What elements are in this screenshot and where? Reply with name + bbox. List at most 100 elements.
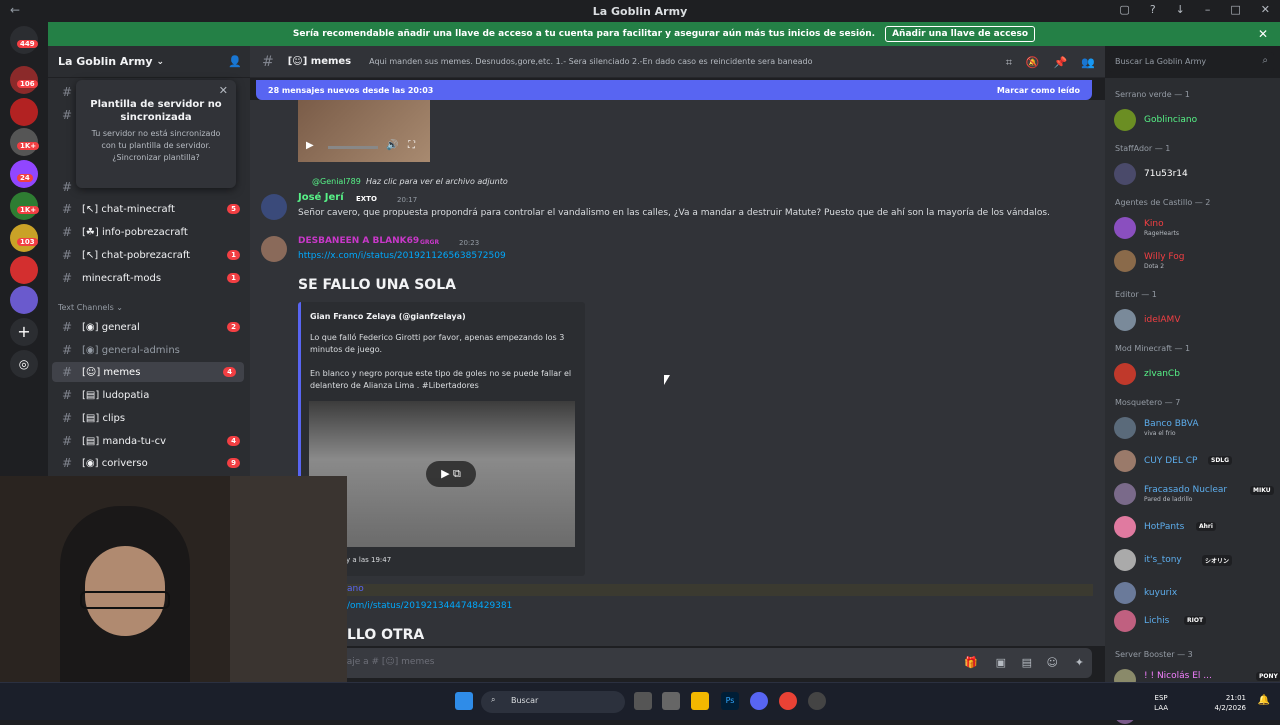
server-header[interactable]: La Goblin Army ⌄ 👤 (48, 46, 250, 78)
members-icon[interactable]: 👥 (1081, 56, 1095, 70)
member-item[interactable]: Kino RageHearts (1114, 216, 1274, 240)
file-explorer-icon[interactable] (691, 692, 709, 710)
avatar[interactable] (261, 236, 287, 262)
member-name: ! ! Nicolás El ... (1144, 671, 1212, 681)
embed-video-thumbnail[interactable]: ▶ ⧉ (309, 401, 575, 547)
member-item[interactable]: Lichis RIOT (1114, 609, 1274, 633)
channel-info-pobrezacraft[interactable]: # [☘] info-pobrezacraft (48, 222, 248, 242)
member-category: Serrano verde — 1 (1115, 90, 1190, 99)
avatar (1114, 309, 1136, 331)
app-icon[interactable] (808, 692, 826, 710)
photoshop-icon[interactable]: Ps (721, 692, 739, 710)
mute-icon[interactable]: 🔕 (1026, 56, 1040, 70)
help-icon[interactable]: ? (1150, 3, 1156, 16)
mark-as-read-button[interactable]: Marcar como leído (997, 86, 1080, 95)
member-status: Dota 2 (1144, 263, 1165, 270)
volume-icon[interactable]: 🔊 (386, 140, 398, 151)
channel-manda-tu-cv[interactable]: # [▤] manda-tu-cv 4 (48, 431, 248, 451)
member-item[interactable]: Fracasado Nuclear Pared de ladrillo MIKU (1114, 482, 1274, 506)
discover-icon[interactable]: ◎ (10, 350, 38, 378)
avatar (1114, 610, 1136, 632)
notification-icon[interactable]: 🔔 (1258, 695, 1270, 706)
member-item[interactable]: ideIAMV (1114, 308, 1274, 332)
clock[interactable]: 21:01 4/2/2026 (1215, 693, 1246, 713)
add-passkey-button[interactable]: Añadir una llave de acceso (885, 26, 1036, 42)
embed-author[interactable]: Gian Franco Zelaya (@gianfzelaya) (310, 312, 466, 321)
search-input[interactable]: Buscar La Goblin Army ⌕ (1108, 52, 1274, 72)
download-icon[interactable]: ↓ (1176, 3, 1185, 16)
member-item[interactable]: Banco BBVA viva el frio (1114, 416, 1274, 440)
channel-memes[interactable]: # [☺] memes 4 (52, 362, 244, 382)
message-author[interactable]: José Jerí (298, 192, 344, 203)
server-badge: 24 (17, 174, 33, 182)
server-icon[interactable] (10, 256, 38, 284)
reply-reference[interactable]: @Genial789 (312, 177, 361, 186)
category-text-channels[interactable]: Text Channels ⌄ (58, 303, 123, 312)
close-button[interactable]: ✕ (1261, 3, 1270, 16)
member-category: Server Booster — 3 (1115, 650, 1193, 659)
taskbar-search[interactable]: ⌕ Buscar (481, 691, 625, 713)
member-item[interactable]: zIvanCb (1114, 362, 1274, 386)
message-link[interactable]: /om/i/status/2019213444748429381 (347, 601, 512, 611)
member-item[interactable]: it's_tony シオリン (1114, 548, 1274, 572)
message-link[interactable]: https://x.com/i/status/20192112656385725… (298, 251, 506, 261)
threads-icon[interactable]: ⌗ (1006, 56, 1012, 70)
pin-icon[interactable]: 📌 (1054, 56, 1068, 70)
channel-general[interactable]: # [◉] general 2 (48, 317, 248, 337)
maximize-button[interactable]: □ (1230, 3, 1240, 16)
clan-tag: RIOT (1184, 616, 1207, 625)
apps-icon[interactable]: ✦ (1075, 656, 1084, 669)
play-icon[interactable]: ▶ ⧉ (426, 461, 476, 487)
add-user-icon[interactable]: 👤 (228, 55, 242, 68)
clan-tag: SDLG (1208, 456, 1233, 465)
play-icon[interactable]: ▶ (306, 140, 314, 151)
start-icon[interactable] (455, 692, 473, 710)
channel-topic[interactable]: Aqui manden sus memes. Desnudos,gore,etc… (369, 57, 812, 66)
new-messages-bar[interactable]: 28 mensajes nuevos desde las 20:03 Marca… (256, 80, 1092, 100)
fullscreen-icon[interactable]: ⛶ (408, 140, 415, 151)
inbox-icon[interactable]: ▢ (1119, 3, 1129, 16)
minimize-button[interactable]: – (1205, 3, 1211, 16)
message-author[interactable]: DESBANEEN A BLANK69 (298, 236, 419, 246)
discord-icon[interactable] (750, 692, 768, 710)
close-popup-icon[interactable]: ✕ (219, 84, 228, 97)
channel-chat-pobrezacraft[interactable]: # [↖] chat-pobrezacraft 1 (48, 245, 248, 265)
member-item[interactable]: HotPants Ahri (1114, 515, 1274, 539)
channel-chat-minecraft[interactable]: # [↖] chat-minecraft 5 (48, 199, 248, 219)
message-input[interactable]: saje a # [☺] memes 🎁 ▣ ▤ ☺ ✦ (256, 648, 1092, 678)
channel-general-admins[interactable]: # [◉] general-admins (48, 340, 248, 360)
avatar (1114, 217, 1136, 239)
member-name: 71u53r14 (1144, 169, 1188, 179)
avatar (1114, 163, 1136, 185)
clan-tag: PONY (1256, 672, 1280, 681)
reply-text[interactable]: Haz clic para ver el archivo adjunto (366, 177, 508, 186)
channel-coriverso[interactable]: # [◉] coriverso 9 (48, 453, 248, 473)
sticker-icon[interactable]: ▤ (1022, 656, 1032, 669)
member-item[interactable]: kuyurix (1114, 581, 1274, 605)
server-icon[interactable] (10, 98, 38, 126)
close-notice-icon[interactable]: ✕ (1258, 27, 1268, 41)
chrome-icon[interactable] (779, 692, 797, 710)
video-progress[interactable] (328, 146, 378, 149)
gif-icon[interactable]: ▣ (996, 656, 1006, 669)
popup-description[interactable]: Tu servidor no está sincronizado con tu … (88, 128, 224, 164)
gift-icon[interactable]: 🎁 (964, 656, 978, 669)
channel-ludopatia[interactable]: # [▤] ludopatia (48, 385, 248, 405)
member-item[interactable]: Willy Fog Dota 2 (1114, 249, 1274, 273)
channel-clips[interactable]: # [▤] clips (48, 408, 248, 428)
message-author[interactable]: ano (347, 584, 364, 594)
video-attachment[interactable] (298, 100, 430, 162)
app-icon[interactable] (662, 692, 680, 710)
member-item[interactable]: Goblinciano (1114, 108, 1274, 132)
avatar[interactable] (261, 194, 287, 220)
member-item[interactable]: CUY DEL CP SDLG (1114, 449, 1274, 473)
member-item[interactable]: 71u53r14 (1114, 162, 1274, 186)
language-indicator[interactable]: ESP LAA (1154, 693, 1168, 713)
add-server-icon[interactable]: + (10, 318, 38, 346)
title-bar: ← La Goblin Army ▢ ? ↓ – □ ✕ (0, 0, 1280, 22)
task-view-icon[interactable] (634, 692, 652, 710)
channel-minecraft-mods[interactable]: # minecraft-mods 1 (48, 268, 248, 288)
server-icon[interactable] (10, 286, 38, 314)
emoji-icon[interactable]: ☺ (1047, 656, 1058, 669)
clan-tag: GRGR (420, 239, 440, 246)
